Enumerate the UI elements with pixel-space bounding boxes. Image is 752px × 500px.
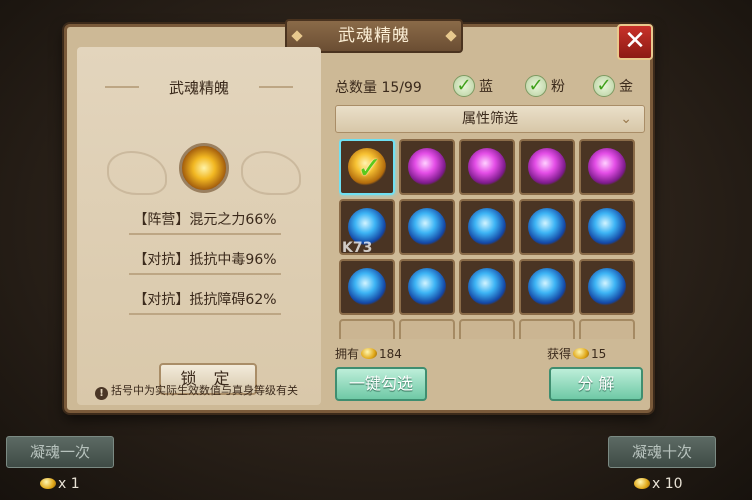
empty-slot[interactable] (399, 319, 455, 339)
gain-value: 15 (591, 347, 607, 361)
blue-essence-icon (408, 268, 446, 306)
essence-orb-icon (179, 143, 229, 193)
blue-essence-icon (468, 208, 506, 246)
resource-stats: 拥有 184 获得 15 (335, 345, 645, 363)
pink-essence-icon (528, 148, 566, 186)
empty-slot[interactable] (519, 319, 575, 339)
cost-value: x 10 (652, 476, 683, 492)
essence-title: 武魂精魄 (97, 77, 301, 98)
close-icon: ✕ (624, 26, 646, 56)
condense-ten-button[interactable]: 凝魂十次 (608, 436, 716, 468)
essence-grid: ✓ (339, 139, 645, 339)
essence-slot[interactable] (579, 199, 635, 255)
info-note-text: 括号中为实际生效数值与真身等级有关 (111, 384, 298, 397)
pink-essence-icon (588, 148, 626, 186)
condense-once-cost: x 1 (38, 476, 80, 492)
blue-essence-icon (408, 208, 446, 246)
blue-essence-icon (588, 268, 626, 306)
warning-icon: ! (95, 387, 108, 400)
chevron-down-icon: ⌄ (620, 111, 632, 127)
owned-label: 拥有 (335, 347, 360, 361)
essence-slot[interactable] (459, 199, 515, 255)
essence-slot[interactable] (519, 139, 575, 195)
coin-icon (40, 478, 56, 489)
essence-slot[interactable] (579, 139, 635, 195)
filter-pink-toggle[interactable]: ✓ 粉 (525, 75, 565, 97)
select-all-button[interactable]: 一键勾选 (335, 367, 427, 401)
essence-slot[interactable] (399, 139, 455, 195)
blue-essence-icon (468, 268, 506, 306)
filter-gold-toggle[interactable]: ✓ 金 (593, 75, 633, 97)
essence-slot[interactable] (519, 259, 575, 315)
total-count: 总数量 15/99 (335, 80, 422, 96)
attribute-filter-dropdown[interactable]: 属性筛选 ⌄ (335, 105, 645, 133)
gain-stat: 获得 15 (547, 345, 606, 362)
essence-slot[interactable] (459, 139, 515, 195)
attribute-line: 【对抗】抵抗中毒96% (129, 249, 281, 275)
filter-label: 粉 (551, 79, 565, 95)
checkmark-icon: ✓ (593, 75, 615, 97)
selected-check-icon: ✓ (357, 151, 383, 186)
dragon-ornament-right-icon (241, 151, 301, 195)
info-note: ! 括号中为实际生效数值与真身等级有关 (95, 382, 325, 400)
blue-essence-icon (528, 268, 566, 306)
empty-slot[interactable] (459, 319, 515, 339)
filter-blue-toggle[interactable]: ✓ 蓝 (453, 75, 493, 97)
checkmark-icon: ✓ (453, 75, 475, 97)
close-button[interactable]: ✕ (617, 24, 653, 60)
condense-once-button[interactable]: 凝魂一次 (6, 436, 114, 468)
decompose-button[interactable]: 分 解 (549, 367, 643, 401)
essence-slot[interactable] (579, 259, 635, 315)
checkmark-icon: ✓ (525, 75, 547, 97)
cost-value: x 1 (58, 476, 80, 492)
essence-slot[interactable] (399, 259, 455, 315)
attribute-line: 【对抗】抵抗障碍62% (129, 289, 281, 315)
pink-essence-icon (408, 148, 446, 186)
filter-label: 蓝 (479, 79, 493, 95)
blue-essence-icon (528, 208, 566, 246)
blue-essence-icon (588, 208, 626, 246)
attribute-line: 【阵营】混元之力66% (129, 209, 281, 235)
essence-slot[interactable] (399, 199, 455, 255)
gain-label: 获得 (547, 347, 572, 361)
condense-ten-cost: x 10 (632, 476, 683, 492)
filter-bar-label: 属性筛选 (462, 111, 518, 127)
owned-stat: 拥有 184 (335, 345, 402, 362)
empty-slot[interactable] (579, 319, 635, 339)
filter-label: 金 (619, 79, 633, 95)
essence-slot[interactable] (519, 199, 575, 255)
coin-icon (361, 348, 378, 359)
watermark-logo: K73 (342, 240, 373, 256)
essence-slot[interactable]: ✓ (339, 139, 395, 195)
coin-icon (634, 478, 650, 489)
essence-slot[interactable] (459, 259, 515, 315)
coin-icon (573, 348, 590, 359)
inventory-header: 总数量 15/99 ✓ 蓝 ✓ 粉 ✓ 金 (335, 75, 645, 99)
empty-slot[interactable] (339, 319, 395, 339)
owned-value: 184 (379, 347, 402, 361)
essence-dialog: 武魂精魄 ✕ 武魂精魄 【阵营】混元之力66% 【对抗】抵抗中毒96% 【对抗】… (64, 19, 653, 413)
dragon-ornament-left-icon (107, 151, 167, 195)
essence-detail-panel: 武魂精魄 【阵营】混元之力66% 【对抗】抵抗中毒96% 【对抗】抵抗障碍62%… (77, 47, 321, 405)
essence-slot[interactable] (339, 259, 395, 315)
pink-essence-icon (468, 148, 506, 186)
blue-essence-icon (348, 268, 386, 306)
